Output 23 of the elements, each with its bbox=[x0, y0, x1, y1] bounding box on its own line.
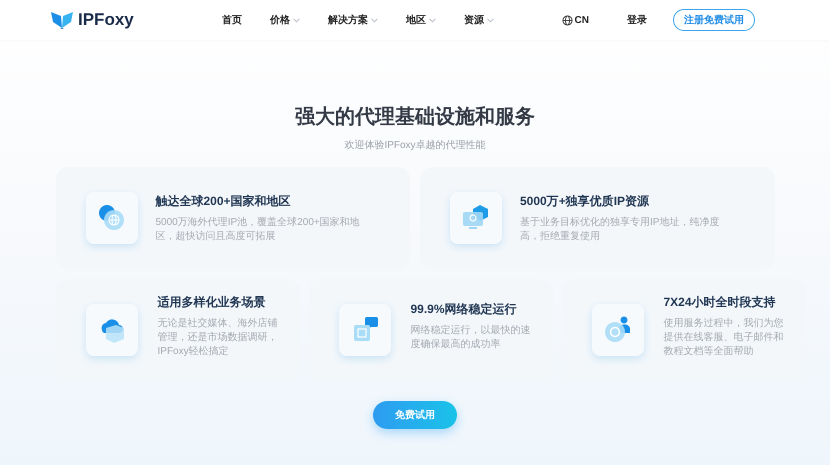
nav-item[interactable]: 资源 bbox=[464, 12, 494, 28]
nav-item[interactable]: 首页 bbox=[222, 12, 242, 28]
feature-title: 99.9%网络稳定运行 bbox=[410, 301, 518, 318]
feature-description: 5000万海外代理IP池，覆盖全球200+国家和地区，超快访问且高度可拓展 bbox=[156, 216, 361, 244]
feature-title: 7X24小时全时段支持 bbox=[664, 294, 777, 311]
feature-title: 5000万+独享优质IP资源 bbox=[520, 193, 650, 210]
signup-button[interactable]: 注册免费试用 bbox=[673, 9, 755, 31]
nav-item[interactable]: 地区 bbox=[406, 12, 436, 28]
feature-description: 基于业务目标优化的独享专用IP地址，纯净度高，拒绝重复使用 bbox=[520, 216, 720, 244]
feature-title: 适用多样化业务场景 bbox=[158, 294, 266, 311]
feature-description: 无论是社交媒体、海外店铺管理，还是市场数据调研，IPFoxy轻松搞定 bbox=[158, 317, 278, 359]
logo-text[interactable]: IPFoxy bbox=[78, 7, 134, 33]
section-subtitle: 欢迎体验IPFoxy卓越的代理性能 bbox=[344, 138, 486, 153]
section-title: 强大的代理基础设施和服务 bbox=[295, 105, 535, 130]
fox-logo-icon bbox=[50, 10, 74, 30]
nav-item[interactable]: 价格 bbox=[270, 12, 300, 28]
feature-description: 网络稳定运行，以最快的速度确保最高的成功率 bbox=[410, 324, 532, 352]
globe-icon bbox=[562, 14, 573, 26]
nav-item[interactable]: 解决方案 bbox=[328, 12, 378, 28]
login-link[interactable]: 登录 bbox=[627, 12, 647, 28]
feature-title: 触达全球200+国家和地区 bbox=[156, 193, 292, 210]
feature-description: 使用服务过程中，我们为您提供在线客服、电子邮件和教程文档等全面帮助 bbox=[664, 317, 784, 359]
language-selector[interactable]: CN bbox=[562, 12, 589, 28]
